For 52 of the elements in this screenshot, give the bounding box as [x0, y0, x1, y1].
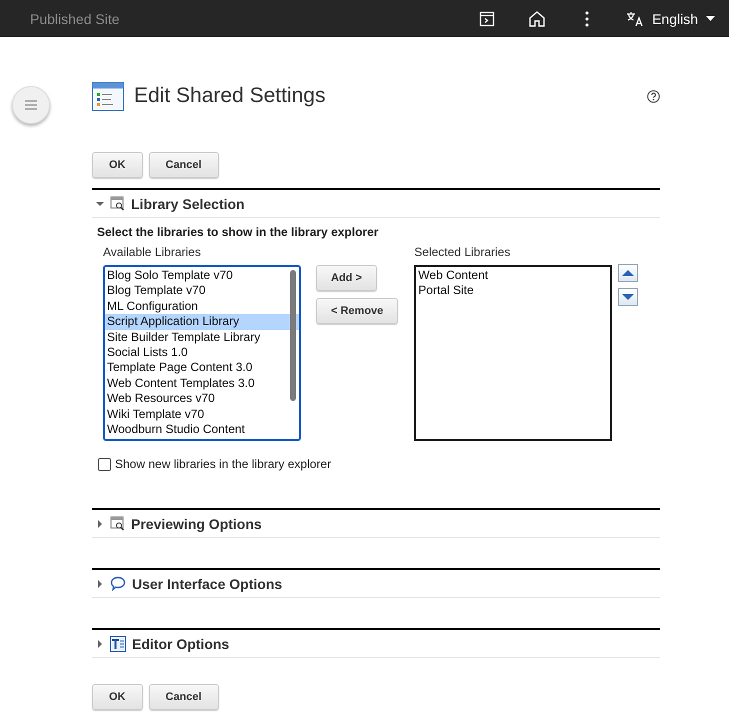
section-title[interactable]: Editor Options	[132, 636, 230, 652]
checkbox[interactable]	[98, 458, 111, 470]
list-option[interactable]: Social Lists 1.0	[105, 344, 299, 360]
selected-libraries-list[interactable]: Web Content Portal Site	[414, 265, 612, 441]
menu-button[interactable]	[12, 86, 50, 124]
list-option[interactable]: Site Builder Template Library	[105, 330, 299, 345]
menu-icon	[25, 100, 37, 110]
list-label: Selected Libraries	[414, 245, 512, 259]
caret-icon[interactable]	[96, 520, 104, 528]
section-title[interactable]: User Interface Options	[132, 576, 282, 592]
caret-icon	[706, 16, 715, 21]
remove-button[interactable]: < Remove	[316, 298, 398, 324]
settings-page-icon	[92, 82, 124, 110]
page-title: Edit Shared Settings	[134, 84, 326, 108]
caret-icon[interactable]	[96, 200, 104, 208]
ok-button[interactable]: OK	[92, 152, 142, 178]
arrow-down-icon	[622, 293, 634, 301]
search-window-icon	[110, 196, 125, 211]
list-option[interactable]: Web Content	[416, 268, 610, 284]
list-option[interactable]: Woodburn Studio Content	[105, 422, 299, 438]
search-window-icon	[110, 516, 125, 531]
list-option[interactable]: Portal Site	[416, 283, 610, 299]
language-select[interactable]: English	[626, 10, 715, 26]
section-title[interactable]: Previewing Options	[131, 516, 262, 532]
list-option[interactable]: Blog Template v70	[105, 283, 299, 299]
list-option[interactable]: Blog Solo Template v70	[105, 268, 299, 284]
list-option[interactable]: Wiki Template v70	[105, 406, 299, 422]
text-editor-icon	[110, 636, 126, 652]
list-label: Available Libraries	[103, 245, 202, 259]
caret-icon[interactable]	[96, 640, 104, 648]
cancel-button[interactable]: Cancel	[148, 684, 219, 710]
scrollbar[interactable]	[290, 270, 296, 401]
list-option[interactable]: Script Application Library	[105, 314, 299, 330]
cancel-button[interactable]: Cancel	[148, 152, 219, 178]
section-title[interactable]: Library Selection	[131, 196, 245, 212]
add-button[interactable]: Add >	[316, 265, 377, 291]
ok-button[interactable]: OK	[92, 684, 142, 710]
help-icon[interactable]	[647, 90, 660, 102]
caret-icon[interactable]	[96, 580, 104, 588]
move-down-button[interactable]	[618, 288, 638, 306]
speech-bubble-icon	[110, 576, 126, 591]
list-option[interactable]: Template Page Content 3.0	[105, 360, 299, 376]
list-option[interactable]: ML Configuration	[105, 298, 299, 314]
site-name[interactable]: Published Site	[30, 10, 462, 26]
list-option[interactable]: Web Resources v70	[105, 391, 299, 407]
arrow-up-icon	[622, 269, 634, 277]
checkbox-label: Show new libraries in the library explorer	[115, 457, 332, 471]
available-libraries-list[interactable]	[103, 265, 301, 441]
translate-icon	[626, 10, 644, 26]
move-up-button[interactable]	[618, 264, 638, 282]
list-option[interactable]: Web Content Templates 3.0	[105, 376, 299, 392]
instruction-text: Select the libraries to show in the library explorer	[97, 225, 380, 239]
